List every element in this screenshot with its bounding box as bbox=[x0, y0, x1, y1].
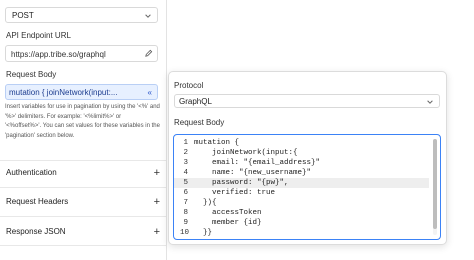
section-authentication[interactable]: Authentication + bbox=[6, 166, 160, 180]
section-label: Authentication bbox=[6, 168, 57, 177]
variables-help-text: Insert variables for use in pagination b… bbox=[5, 103, 163, 141]
chevron-down-icon bbox=[145, 14, 151, 18]
code-line[interactable]: 2 joinNetwork(input:{ bbox=[174, 148, 429, 158]
endpoint-label: API Endpoint URL bbox=[6, 31, 71, 40]
insert-variable-icon[interactable]: « bbox=[148, 85, 152, 99]
code-text: password: "{pw}", bbox=[194, 179, 289, 187]
code-line[interactable]: 6 verified: true bbox=[174, 188, 429, 198]
line-number: 9 bbox=[183, 219, 188, 227]
popup-request-body-label: Request Body bbox=[174, 118, 225, 127]
code-line[interactable]: 4 name: "{new_username}" bbox=[174, 168, 429, 178]
pencil-icon[interactable] bbox=[144, 49, 153, 58]
method-value: POST bbox=[12, 11, 34, 20]
line-number: 1 bbox=[183, 139, 188, 147]
section-label: Response JSON bbox=[6, 227, 66, 236]
plus-icon[interactable]: + bbox=[154, 195, 160, 209]
request-body-preview: mutation { joinNetwork(input:... bbox=[9, 88, 118, 97]
code-line[interactable]: 10 }} bbox=[174, 228, 429, 238]
scrollbar[interactable] bbox=[433, 139, 437, 235]
line-number: 8 bbox=[183, 209, 188, 217]
plus-icon[interactable]: + bbox=[154, 225, 160, 239]
section-label: Request Headers bbox=[6, 197, 69, 206]
line-number: 3 bbox=[183, 159, 188, 167]
code-line[interactable]: 8 accessToken bbox=[174, 208, 429, 218]
divider bbox=[0, 245, 166, 246]
code-text: name: "{new_username}" bbox=[194, 169, 312, 177]
line-number: 6 bbox=[183, 189, 188, 197]
endpoint-input[interactable]: https://app.tribe.so/graphql bbox=[5, 45, 158, 62]
scrollbar-thumb[interactable] bbox=[433, 139, 437, 229]
line-number: 10 bbox=[180, 229, 190, 237]
code-editor[interactable]: 1 mutation {2 joinNetwork(input:{3 email:… bbox=[173, 134, 441, 240]
code-line[interactable]: 3 email: "{email_address}" bbox=[174, 158, 429, 168]
code-line[interactable]: 7 }){ bbox=[174, 198, 429, 208]
help-line: Insert variables for use in pagination b… bbox=[5, 104, 160, 110]
code-text: accessToken bbox=[194, 209, 262, 217]
divider bbox=[0, 216, 166, 217]
protocol-label: Protocol bbox=[174, 81, 204, 90]
code-text: email: "{email_address}" bbox=[194, 159, 321, 167]
plus-icon[interactable]: + bbox=[154, 166, 160, 180]
code-text: member {id} bbox=[194, 219, 262, 227]
code-line[interactable]: 5 password: "{pw}", bbox=[174, 178, 429, 188]
help-line: '<%offset%>'. You can set values for the… bbox=[5, 123, 160, 129]
endpoint-value: https://app.tribe.so/graphql bbox=[11, 50, 106, 59]
line-number: 4 bbox=[183, 169, 188, 177]
method-select[interactable]: POST bbox=[5, 7, 158, 23]
code-text: joinNetwork(input:{ bbox=[194, 149, 298, 157]
code-text: }} bbox=[194, 229, 213, 237]
help-line: 'pagination' section below. bbox=[5, 132, 75, 139]
code-text: verified: true bbox=[194, 189, 276, 197]
help-line: '%>' delimiters. For example: '<%limit%>… bbox=[5, 113, 122, 120]
code-line[interactable]: 9 member {id} bbox=[174, 218, 429, 228]
line-number: 7 bbox=[183, 199, 188, 207]
code-text: }){ bbox=[194, 199, 217, 207]
request-body-label: Request Body bbox=[6, 70, 57, 79]
request-body-editor-popup: Protocol GraphQL Request Body 1 mutation … bbox=[168, 71, 447, 245]
request-body-field[interactable]: mutation { joinNetwork(input:... « bbox=[5, 84, 158, 100]
protocol-select[interactable]: GraphQL bbox=[174, 94, 440, 108]
settings-panel: POST API Endpoint URL https://app.tribe.… bbox=[0, 0, 167, 260]
line-number: 5 bbox=[183, 179, 188, 187]
code-text: mutation { bbox=[194, 139, 240, 147]
section-response-json[interactable]: Response JSON + bbox=[6, 225, 160, 239]
line-number: 2 bbox=[183, 149, 188, 157]
section-request-headers[interactable]: Request Headers + bbox=[6, 195, 160, 209]
protocol-value: GraphQL bbox=[179, 97, 212, 106]
chevron-down-icon bbox=[427, 100, 433, 104]
divider bbox=[0, 187, 166, 188]
code-line[interactable]: 1 mutation { bbox=[174, 138, 429, 148]
divider bbox=[0, 160, 166, 161]
